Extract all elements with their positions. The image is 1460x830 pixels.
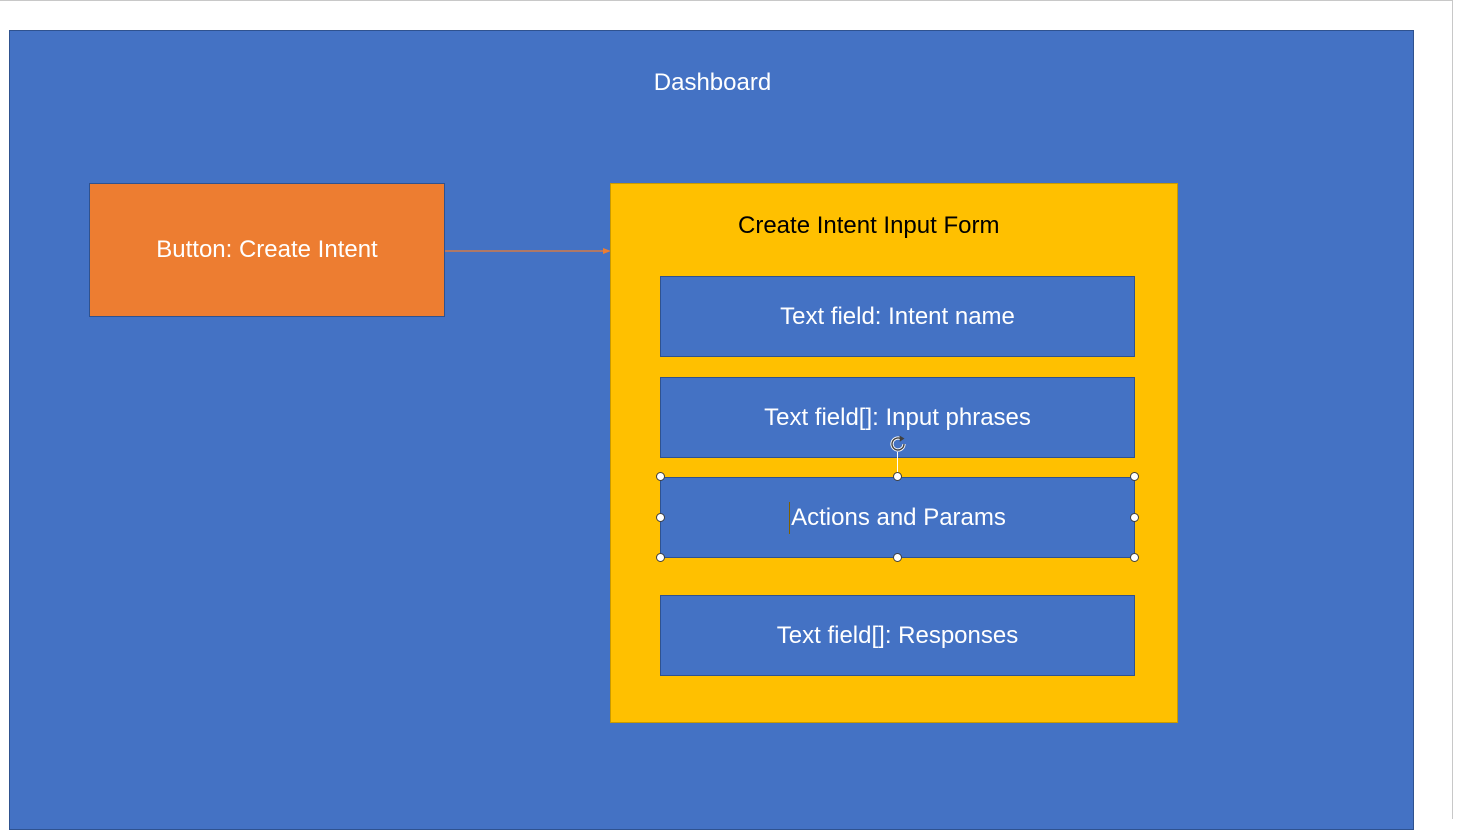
resize-handle-bottom-left[interactable] — [656, 553, 665, 562]
field-label: Text field[]: Input phrases — [764, 403, 1031, 431]
responses-field-shape[interactable]: Text field[]: Responses — [660, 595, 1135, 676]
arrow-connector[interactable] — [445, 248, 615, 254]
field-label: Text field: Intent name — [780, 302, 1015, 330]
form-title: Create Intent Input Form — [738, 212, 1000, 239]
text-cursor — [789, 501, 791, 534]
resize-handle-right[interactable] — [1130, 513, 1139, 522]
create-intent-button-shape[interactable]: Button: Create Intent — [89, 183, 445, 317]
resize-handle-bottom-right[interactable] — [1130, 553, 1139, 562]
intent-name-field-shape[interactable]: Text field: Intent name — [660, 276, 1135, 357]
create-intent-button-label: Button: Create Intent — [156, 236, 378, 263]
field-label: Actions and Params — [791, 503, 1006, 531]
field-label: Text field[]: Responses — [776, 621, 1019, 649]
resize-handle-bottom[interactable] — [893, 553, 902, 562]
resize-handle-top-right[interactable] — [1130, 472, 1139, 481]
resize-handle-top[interactable] — [893, 472, 902, 481]
actions-and-params-shape[interactable]: Actions and Params — [660, 477, 1135, 558]
rotate-handle-icon[interactable] — [887, 433, 909, 455]
resize-handle-left[interactable] — [656, 513, 665, 522]
dashboard-title: Dashboard — [653, 69, 772, 96]
resize-handle-top-left[interactable] — [656, 472, 665, 481]
